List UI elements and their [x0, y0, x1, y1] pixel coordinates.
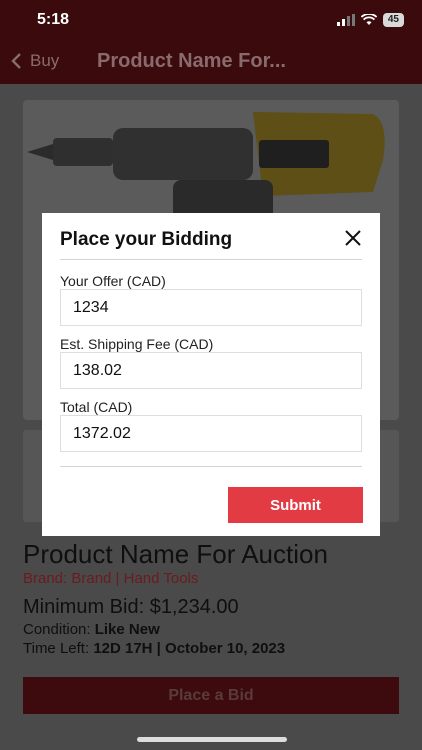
time-left-value: 12D 17H | October 10, 2023: [93, 640, 286, 657]
signal-icon: [336, 14, 355, 26]
product-brand: Brand: Brand | Hand Tools: [23, 570, 199, 587]
modal-divider: [60, 259, 362, 260]
battery-icon: 45: [382, 13, 404, 27]
chevron-left-icon: [11, 53, 21, 69]
status-icons: 45: [336, 13, 404, 27]
product-title: Product Name For Auction: [23, 539, 328, 569]
offer-label: Your Offer (CAD): [60, 273, 166, 289]
wifi-icon: [360, 14, 377, 25]
shipping-label: Est. Shipping Fee (CAD): [60, 336, 214, 352]
status-bar: 5:18 45: [0, 0, 422, 40]
submit-button[interactable]: Submit: [228, 487, 363, 523]
product-info: Product Name For Auction Brand: Brand | …: [23, 538, 403, 658]
nav-title: Product Name For...: [97, 50, 286, 72]
total-label: Total (CAD): [60, 399, 133, 415]
back-button[interactable]: Buy: [10, 51, 59, 71]
place-bid-button[interactable]: Place a Bid: [23, 677, 399, 714]
home-indicator: [137, 737, 287, 742]
modal-divider: [60, 466, 362, 467]
condition-label: Condition:: [23, 621, 91, 638]
time-left-line: Time Left: 12D 17H | October 10, 2023: [23, 639, 403, 658]
status-time: 5:18: [37, 11, 70, 28]
bid-modal: Place your Bidding Your Offer (CAD) 1234…: [42, 213, 380, 536]
total-input[interactable]: 1372.02: [60, 415, 362, 452]
minimum-bid: Minimum Bid: $1,234.00: [23, 596, 239, 618]
modal-title: Place your Bidding: [60, 229, 233, 250]
nav-bar: Buy Product Name For...: [0, 40, 422, 84]
shipping-input[interactable]: 138.02: [60, 352, 362, 389]
time-left-label: Time Left:: [23, 640, 90, 657]
offer-input[interactable]: 1234: [60, 289, 362, 326]
close-icon: [345, 230, 361, 246]
back-label: Buy: [30, 51, 60, 70]
condition-line: Condition: Like New: [23, 620, 403, 639]
close-button[interactable]: [343, 228, 363, 248]
condition-value: Like New: [94, 621, 160, 638]
